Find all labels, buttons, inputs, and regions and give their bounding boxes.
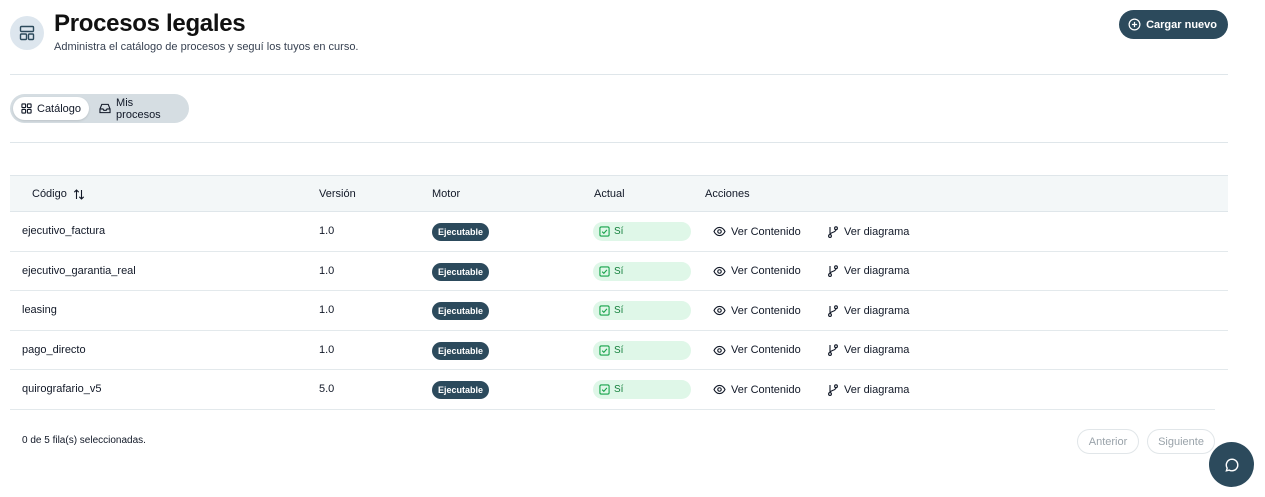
- table-row: ejecutivo_factura 1.0 Ejecutable Sí Ver …: [10, 212, 1228, 252]
- row-version: 1.0: [319, 264, 335, 277]
- row-code: ejecutivo_factura: [22, 225, 106, 237]
- upload-new-button[interactable]: Cargar nuevo: [1119, 10, 1228, 39]
- chat-button[interactable]: [1209, 442, 1254, 487]
- next-page-button[interactable]: Siguiente: [1147, 429, 1215, 454]
- plus-circle-icon: [1128, 18, 1141, 31]
- current-status: Sí: [593, 380, 691, 399]
- current-status-label: Sí: [614, 226, 624, 237]
- eye-icon: [713, 345, 726, 356]
- view-toggle: Catálogo Mis procesos: [10, 94, 189, 123]
- check-square-icon: [599, 305, 610, 316]
- view-diagram-label: Ver diagrama: [844, 383, 910, 396]
- view-diagram-button[interactable]: Ver diagrama: [827, 380, 909, 399]
- current-status-label: Sí: [614, 305, 624, 316]
- engine-badge: Ejecutable: [432, 341, 490, 360]
- view-diagram-button[interactable]: Ver diagrama: [827, 222, 909, 241]
- current-status-label: Sí: [614, 265, 624, 277]
- page-title: Procesos legales: [54, 10, 246, 37]
- view-diagram-label: Ver diagrama: [844, 344, 910, 356]
- tab-catalog-label: Catálogo: [37, 102, 82, 115]
- current-status-label: Sí: [614, 384, 624, 395]
- column-code-header[interactable]: Código: [32, 188, 85, 200]
- table-row: ejecutivo_garantia_real 1.0 Ejecutable S…: [10, 252, 1228, 291]
- row-version: 5.0: [319, 383, 335, 395]
- view-content-label: Ver Contenido: [731, 225, 801, 238]
- row-version: 1.0: [319, 343, 335, 356]
- engine-badge: Ejecutable: [432, 223, 490, 241]
- eye-icon: [713, 305, 726, 316]
- column-actions-header: Acciones: [705, 188, 750, 200]
- view-diagram-label: Ver diagrama: [844, 304, 910, 317]
- view-diagram-label: Ver diagrama: [844, 265, 910, 277]
- header-divider: [10, 74, 1228, 75]
- row-code: pago_directo: [22, 343, 86, 356]
- column-current-header: Actual: [594, 188, 625, 200]
- tab-my-processes[interactable]: Mis procesos: [91, 96, 186, 121]
- toolbar-divider: [10, 142, 1228, 143]
- view-content-label: Ver Contenido: [731, 383, 801, 396]
- check-square-icon: [599, 226, 610, 237]
- view-content-button[interactable]: Ver Contenido: [713, 262, 801, 281]
- engine-badge: Ejecutable: [432, 302, 490, 320]
- current-status-label: Sí: [614, 344, 624, 356]
- git-branch-icon: [827, 344, 839, 356]
- row-code: leasing: [22, 304, 57, 316]
- current-status: Sí: [593, 340, 691, 360]
- git-branch-icon: [827, 225, 839, 238]
- processes-table: Código Versión Motor Actual Acciones eje…: [10, 175, 1228, 410]
- view-diagram-button[interactable]: Ver diagrama: [827, 301, 909, 320]
- view-content-button[interactable]: Ver Contenido: [713, 222, 801, 241]
- table-row: leasing 1.0 Ejecutable Sí Ver Contenido …: [10, 291, 1228, 331]
- row-code: quirografario_v5: [22, 383, 102, 395]
- git-branch-icon: [827, 304, 839, 317]
- current-status: Sí: [593, 261, 691, 281]
- row-version: 1.0: [319, 225, 335, 237]
- view-content-label: Ver Contenido: [731, 304, 801, 317]
- current-status: Sí: [593, 301, 691, 320]
- engine-badge: Ejecutable: [432, 262, 490, 281]
- row-code: ejecutivo_garantia_real: [22, 264, 136, 277]
- check-square-icon: [599, 344, 610, 356]
- layout-icon: [10, 16, 44, 50]
- check-square-icon: [599, 384, 610, 395]
- table-header: Código Versión Motor Actual Acciones: [10, 175, 1228, 212]
- row-version: 1.0: [319, 304, 335, 316]
- engine-badge: Ejecutable: [432, 381, 490, 399]
- page-header: Procesos legales Administra el catálogo …: [10, 10, 1228, 58]
- view-content-label: Ver Contenido: [731, 265, 801, 277]
- eye-icon: [713, 384, 726, 395]
- view-content-button[interactable]: Ver Contenido: [713, 341, 801, 360]
- view-diagram-label: Ver diagrama: [844, 225, 910, 238]
- upload-new-label: Cargar nuevo: [1146, 18, 1217, 31]
- git-branch-icon: [827, 265, 839, 277]
- column-engine-header: Motor: [432, 188, 461, 200]
- view-diagram-button[interactable]: Ver diagrama: [827, 341, 909, 360]
- chat-bubble-icon: [1224, 457, 1240, 473]
- table-row: quirografario_v5 5.0 Ejecutable Sí Ver C…: [10, 370, 1215, 410]
- previous-page-button[interactable]: Anterior: [1077, 429, 1139, 454]
- eye-icon: [713, 266, 726, 277]
- tab-my-processes-label: Mis procesos: [116, 96, 161, 121]
- view-content-button[interactable]: Ver Contenido: [713, 301, 801, 320]
- eye-icon: [713, 226, 726, 237]
- inbox-icon: [99, 103, 111, 114]
- current-status: Sí: [593, 222, 691, 241]
- git-branch-icon: [827, 383, 839, 396]
- column-version-header: Versión: [319, 188, 356, 200]
- view-content-label: Ver Contenido: [731, 344, 801, 356]
- column-code-label: Código: [32, 188, 67, 200]
- sort-icon: [73, 188, 85, 200]
- view-content-button[interactable]: Ver Contenido: [713, 380, 801, 399]
- view-diagram-button[interactable]: Ver diagrama: [827, 262, 909, 281]
- page-subtitle: Administra el catálogo de procesos y seg…: [54, 41, 359, 53]
- check-square-icon: [599, 265, 610, 277]
- grid-icon: [21, 103, 32, 114]
- selection-count: 0 de 5 fila(s) seleccionadas.: [22, 435, 146, 446]
- table-row: pago_directo 1.0 Ejecutable Sí Ver Conte…: [10, 331, 1228, 370]
- tab-catalog[interactable]: Catálogo: [13, 97, 90, 120]
